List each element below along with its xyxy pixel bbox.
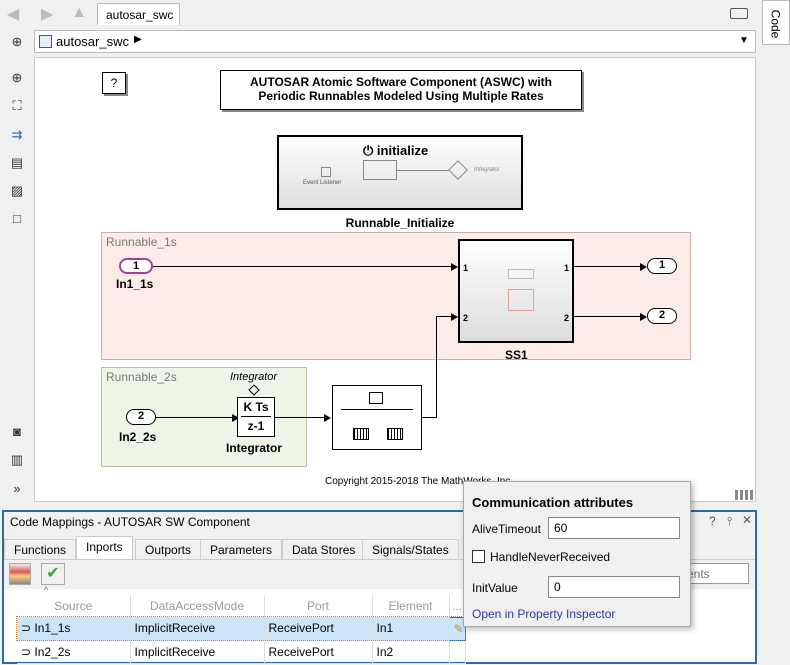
cell-port[interactable]: ReceivePort xyxy=(264,640,373,664)
tab-inports[interactable]: Inports xyxy=(76,536,133,559)
init-value-field[interactable]: 0 xyxy=(548,576,680,598)
property-icon[interactable]: ▥ xyxy=(9,452,25,468)
tab-data-stores[interactable]: Data Stores xyxy=(282,539,366,559)
popup-title: Communication attributes xyxy=(472,495,634,510)
runnable-1s-label: Runnable_1s xyxy=(106,235,177,249)
ss1-in2: 2 xyxy=(463,313,469,323)
tab-autosar-swc[interactable]: autosar_swc xyxy=(97,3,180,25)
integrator-block[interactable]: K Ts z-1 xyxy=(237,397,275,437)
inport-icon: ⊃ xyxy=(21,644,35,659)
sort-icon: ^ xyxy=(44,585,49,595)
tab-outports[interactable]: Outports xyxy=(135,539,202,559)
mapping-table-icon[interactable] xyxy=(9,563,31,585)
outport-1[interactable]: 1 xyxy=(647,258,677,274)
cell-element[interactable]: In1 xyxy=(372,617,450,641)
cell-port[interactable]: ReceivePort xyxy=(264,617,373,641)
open-property-inspector-link[interactable]: Open in Property Inspector xyxy=(472,607,615,621)
power-icon: ⏻ xyxy=(363,143,377,158)
breadcrumb[interactable]: autosar_swc ▶ ▼ xyxy=(34,30,756,53)
handle-never-received-label: HandleNeverReceived xyxy=(490,550,611,564)
column-data-access-mode[interactable]: DataAccessMode xyxy=(130,595,265,617)
pin-icon[interactable]: ⫯ xyxy=(727,514,732,529)
inport-2-name: In2_2s xyxy=(119,430,157,444)
alive-timeout-label: AliveTimeout xyxy=(472,522,541,536)
rate-transition-block[interactable] xyxy=(332,385,422,450)
grip-icon[interactable] xyxy=(735,490,753,500)
runnable-initialize-block[interactable]: ⏻ initialize Event Listener Integrator xyxy=(277,135,523,210)
init-value-label: InitValue xyxy=(472,581,518,595)
back-button[interactable]: ◀ xyxy=(2,4,24,24)
cell-element[interactable]: In2 xyxy=(372,640,450,664)
cell-source: In2_2s xyxy=(34,644,71,659)
table-row[interactable]: ⊃ In2_2s ImplicitReceive ReceivePort In2 xyxy=(17,640,466,664)
area-icon[interactable]: □ xyxy=(9,211,25,227)
integrator-numerator: K Ts xyxy=(241,400,271,417)
panel-title: Code Mappings - AUTOSAR SW Component xyxy=(10,515,250,529)
fit-view-icon[interactable]: ⛶ xyxy=(9,98,25,114)
cell-source: In1_1s xyxy=(34,621,71,636)
annotation-icon[interactable]: ▤ xyxy=(9,155,25,171)
outport-2[interactable]: 2 xyxy=(647,308,677,324)
chevron-right-icon[interactable]: ▶ xyxy=(134,34,142,45)
ss1-out2: 2 xyxy=(563,313,569,323)
zoom-icon[interactable]: ⊕ xyxy=(9,70,25,86)
keyboard-icon[interactable] xyxy=(730,8,748,19)
model-canvas[interactable]: ? AUTOSAR Atomic Software Component (ASW… xyxy=(34,57,756,502)
validate-check-icon[interactable]: ✔ xyxy=(41,563,65,585)
expand-icon[interactable]: » xyxy=(9,481,25,497)
up-button[interactable]: ▲ xyxy=(68,4,90,24)
table-row[interactable]: ⊃ In1_1s ImplicitReceive ReceivePort In1… xyxy=(15,616,467,641)
forward-button[interactable]: ▶ xyxy=(36,4,58,24)
search-input[interactable] xyxy=(684,563,749,584)
column-source[interactable]: Source xyxy=(17,595,131,617)
init-title: initialize xyxy=(376,143,429,158)
code-tab-label: Code xyxy=(768,9,783,39)
column-port[interactable]: Port xyxy=(264,595,373,617)
ss1-in1: 1 xyxy=(463,263,469,273)
tab-parameters[interactable]: Parameters xyxy=(200,539,283,559)
image-icon[interactable]: ▨ xyxy=(9,183,25,199)
ss1-name: SS1 xyxy=(505,348,528,362)
runnable-1s-area: Runnable_1s xyxy=(101,232,691,360)
inport-icon: ⊃ xyxy=(21,621,35,636)
integrator-denominator: z-1 xyxy=(247,419,265,433)
event-listener-label: Event Listener xyxy=(303,180,342,186)
integrator-label: Integrator xyxy=(474,167,500,173)
alive-timeout-field[interactable]: 60 xyxy=(548,517,680,539)
inport-2[interactable]: 2 xyxy=(126,409,156,425)
cell-mode[interactable]: ImplicitReceive xyxy=(130,640,265,664)
integrator-top-label: Integrator xyxy=(230,371,278,383)
help-block[interactable]: ? xyxy=(102,72,126,94)
handle-never-received-checkbox[interactable] xyxy=(472,550,485,563)
help-icon[interactable]: ? xyxy=(709,514,716,528)
model-icon xyxy=(39,35,52,48)
close-icon[interactable]: ✕ xyxy=(742,513,752,527)
runnable-2s-label: Runnable_2s xyxy=(106,370,177,384)
cell-more[interactable] xyxy=(449,640,466,664)
tab-signals-states[interactable]: Signals/States xyxy=(362,539,459,559)
tab-functions[interactable]: Functions xyxy=(4,539,77,559)
inport-1-name: In1_1s xyxy=(116,277,154,291)
column-element[interactable]: Element xyxy=(372,595,450,617)
chevron-down-icon[interactable]: ▼ xyxy=(739,35,749,46)
cell-mode[interactable]: ImplicitReceive xyxy=(130,617,265,641)
integrator-name: Integrator xyxy=(226,441,283,455)
inport-1[interactable]: 1 xyxy=(119,258,153,274)
breadcrumb-item[interactable]: autosar_swc xyxy=(56,34,129,49)
camera-icon[interactable]: ◙ xyxy=(9,424,25,440)
ss1-out1: 1 xyxy=(563,263,569,273)
code-side-tab[interactable]: Code xyxy=(762,0,790,45)
communication-attributes-popup: Communication attributes AliveTimeout 60… xyxy=(463,481,691,627)
runnable-initialize-name: Runnable_Initialize xyxy=(345,216,455,230)
arrow-icon[interactable]: ⇉ xyxy=(9,127,25,143)
model-title: AUTOSAR Atomic Software Component (ASWC)… xyxy=(220,70,582,110)
ss1-subsystem[interactable]: 1 2 1 2 xyxy=(458,239,574,343)
hide-browser-icon[interactable]: ⊕ xyxy=(9,34,25,50)
